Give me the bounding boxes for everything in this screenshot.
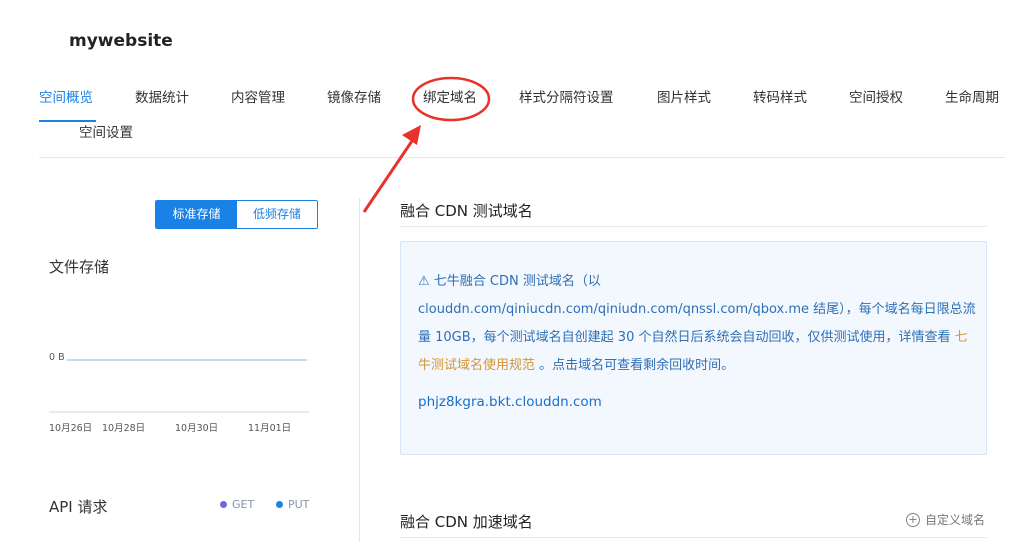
site-title: mywebsite bbox=[69, 31, 173, 51]
test-domain-notice: ⚠ 七牛融合 CDN 测试域名（以 clouddn.com/qiniucdn.c… bbox=[400, 241, 987, 455]
file-storage-title: 文件存储 bbox=[49, 258, 110, 276]
test-domain-link[interactable]: phjz8kgra.bkt.clouddn.com bbox=[418, 394, 602, 410]
legend-label: PUT bbox=[288, 498, 310, 511]
tab-authorization[interactable]: 空间授权 bbox=[849, 88, 903, 108]
notice-prefix: 七牛融合 CDN 测试域名（以 clouddn.com/qiniucdn.com… bbox=[418, 274, 976, 345]
y-axis-label: 0 B bbox=[49, 352, 65, 363]
active-tab-indicator bbox=[39, 120, 96, 122]
tab-content[interactable]: 内容管理 bbox=[231, 88, 285, 108]
tab-separator-settings[interactable]: 样式分隔符设置 bbox=[519, 88, 614, 108]
tabs-divider bbox=[39, 157, 1005, 158]
notice-suffix: 。点击域名可查看剩余回收时间。 bbox=[535, 358, 735, 373]
tab-statistics[interactable]: 数据统计 bbox=[135, 88, 189, 108]
x-tick-label: 10月26日 bbox=[49, 423, 92, 434]
file-storage-chart: 0 B 10月26日 10月28日 10月30日 11月01日 bbox=[49, 352, 309, 434]
tab-transcode-style[interactable]: 转码样式 bbox=[753, 88, 807, 108]
test-domain-title: 融合 CDN 测试域名 bbox=[400, 202, 533, 220]
custom-domain-label: 自定义域名 bbox=[925, 513, 986, 527]
tab-bind-domain[interactable]: 绑定域名 bbox=[423, 88, 477, 108]
x-tick-label: 10月30日 bbox=[175, 423, 218, 434]
tab-overview[interactable]: 空间概览 bbox=[39, 88, 93, 108]
legend-item-put: PUT bbox=[276, 498, 309, 511]
legend-item-get: GET bbox=[220, 498, 254, 511]
x-tick-label: 11月01日 bbox=[248, 423, 291, 434]
standard-storage-button[interactable]: 标准存储 bbox=[156, 201, 237, 228]
title-underline bbox=[400, 537, 987, 538]
x-tick-label: 10月28日 bbox=[102, 423, 145, 434]
tab-mirror[interactable]: 镜像存储 bbox=[327, 88, 381, 108]
low-frequency-storage-button[interactable]: 低频存储 bbox=[237, 201, 317, 228]
storage-type-toggle: 标准存储 低频存储 bbox=[155, 200, 318, 229]
tab-image-style[interactable]: 图片样式 bbox=[657, 88, 711, 108]
accel-domain-title: 融合 CDN 加速域名 bbox=[400, 513, 533, 531]
title-underline bbox=[400, 226, 987, 227]
custom-domain-button[interactable]: + 自定义域名 bbox=[906, 511, 985, 528]
get-dot-icon bbox=[220, 501, 227, 508]
tab-space-settings[interactable]: 空间设置 bbox=[79, 123, 133, 143]
tab-lifecycle[interactable]: 生命周期 bbox=[945, 88, 999, 108]
put-dot-icon bbox=[276, 501, 283, 508]
legend-label: GET bbox=[232, 498, 255, 511]
warning-icon: ⚠ bbox=[418, 274, 430, 289]
annotation-arrow-head bbox=[402, 125, 421, 145]
plus-circle-icon: + bbox=[906, 512, 920, 527]
api-requests-title: API 请求 bbox=[49, 498, 108, 516]
panel-divider bbox=[359, 198, 360, 542]
notice-text: ⚠ 七牛融合 CDN 测试域名（以 clouddn.com/qiniucdn.c… bbox=[418, 268, 978, 380]
